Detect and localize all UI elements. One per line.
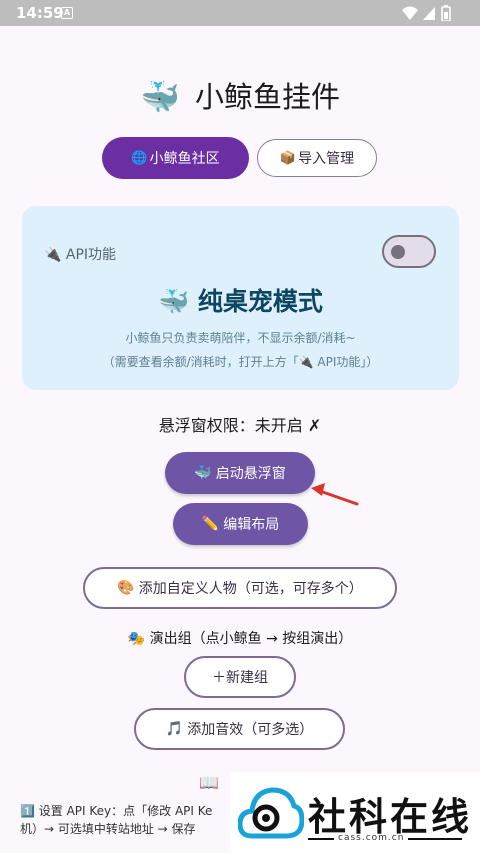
mode-card: 🔌 API功能 🐳 纯桌宠模式 小鲸鱼只负责卖萌陪伴，不显示余额/消耗~ （需要… [22, 206, 459, 390]
show-group-label: 🎭 演出组（点小鲸鱼 → 按组演出） [127, 631, 353, 647]
notification-icon: A [61, 7, 73, 19]
toggle-knob [391, 245, 405, 259]
plug-icon: 🔌 [44, 247, 62, 263]
app-header: 🐳 小鲸鱼挂件 [0, 74, 480, 120]
edit-layout-label: 编辑布局 [223, 517, 280, 533]
add-character-label: 添加自定义人物（可选，可存多个） [138, 581, 363, 597]
pencil-icon: ✏️ [201, 516, 220, 532]
wifi-icon [402, 6, 418, 20]
api-label: 🔌 API功能 [44, 244, 116, 264]
new-group-button[interactable]: ＋新建组 [184, 656, 296, 698]
whale-icon: 🐳 [158, 287, 190, 316]
start-float-label: 启动悬浮窗 [215, 466, 286, 482]
mode-title: 🐳 纯桌宠模式 [22, 282, 459, 318]
mode-title-text: 纯桌宠模式 [197, 287, 323, 316]
mode-description: 小鲸鱼只负责卖萌陪伴，不显示余额/消耗~ [125, 331, 356, 345]
whale-logo-icon: 🐳 [140, 78, 180, 116]
status-bar: 14:59 A [0, 0, 480, 26]
mode-hint: （需要查看余额/消耗时，打开上方「🔌 API功能」） [102, 355, 379, 369]
watermark-logo-icon [238, 787, 304, 839]
whale-icon: 🐳 [194, 465, 212, 481]
tab-community-label: 小鲸鱼社区 [149, 151, 220, 167]
start-float-button[interactable]: 🐳 启动悬浮窗 [165, 452, 315, 494]
annotation-arrow-icon [311, 483, 359, 506]
edit-layout-button[interactable]: ✏️ 编辑布局 [173, 503, 308, 545]
package-icon: 📦 [279, 150, 297, 166]
music-icon: 🎵 [165, 721, 184, 737]
book-icon: 📖 [199, 773, 219, 792]
tab-import[interactable]: 📦 导入管理 [257, 139, 377, 177]
globe-icon: 🌐 [131, 150, 148, 166]
tab-import-label: 导入管理 [298, 151, 355, 167]
add-sound-label: 添加音效（可多选） [187, 722, 314, 738]
api-toggle[interactable] [382, 235, 436, 268]
add-character-button[interactable]: 🎨 添加自定义人物（可选，可存多个） [83, 567, 397, 609]
status-time: 14:59 [16, 4, 64, 22]
api-label-text: API功能 [65, 247, 117, 263]
battery-icon [441, 5, 451, 21]
app-title: 小鲸鱼挂件 [194, 80, 340, 114]
float-permission-status: 悬浮窗权限：未开启 ✗ [158, 416, 322, 435]
watermark-rule-right [408, 838, 462, 840]
watermark: 社科在线 cass.com.cn [230, 772, 480, 853]
add-sound-button[interactable]: 🎵 添加音效（可多选） [134, 708, 345, 750]
new-group-label: ＋新建组 [212, 670, 268, 686]
signal-icon [423, 7, 435, 20]
palette-icon: 🎨 [117, 580, 135, 596]
watermark-rule-left [308, 838, 334, 840]
tab-community[interactable]: 🌐 小鲸鱼社区 [102, 137, 249, 179]
watermark-url: cass.com.cn [338, 833, 405, 843]
